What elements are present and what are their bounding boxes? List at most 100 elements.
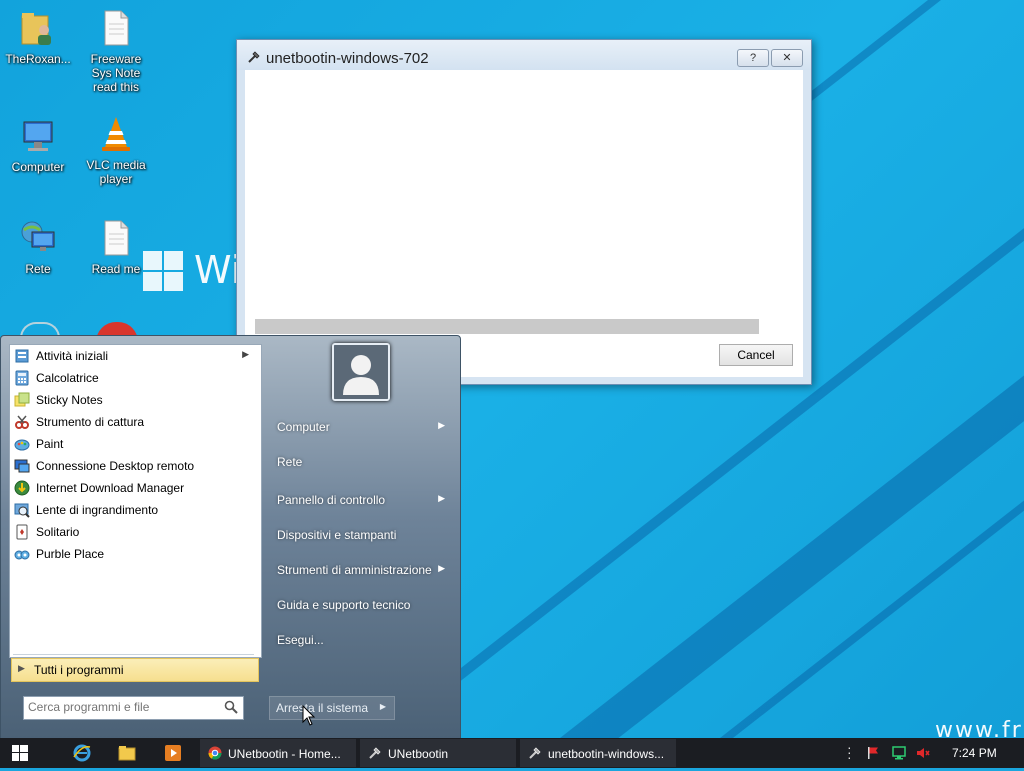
tray-overflow-icon[interactable]: · · ·	[847, 740, 852, 764]
background-stripe	[800, 0, 1024, 107]
action-center-flag-icon[interactable]	[866, 746, 880, 760]
search-icon[interactable]	[224, 700, 238, 714]
program-item-lente-di-ingrandimento[interactable]: Lente di ingrandimento	[10, 499, 261, 521]
chrome-icon	[208, 746, 222, 760]
network-icon	[18, 218, 58, 258]
text-file-icon	[96, 218, 136, 258]
start-right-pannello-di-controllo[interactable]: Pannello di controllo ▶	[269, 487, 455, 513]
desktop-icon-label: Rete	[25, 262, 51, 276]
file-explorer-icon[interactable]	[117, 743, 137, 763]
dialog-title: unetbootin-windows-702	[266, 50, 429, 67]
separator	[13, 654, 254, 655]
desktop-icon-freeware-sys-note[interactable]: Freeware Sys Note read this	[80, 8, 152, 94]
sticky-notes-icon	[14, 392, 30, 408]
search-box[interactable]	[23, 696, 244, 720]
mouse-pointer-icon	[302, 704, 316, 727]
submenu-arrow-icon: ▶	[438, 563, 445, 573]
start-button[interactable]	[0, 738, 52, 768]
desktop-icon-label: Computer	[11, 160, 65, 174]
program-item-strumento-di-cattura[interactable]: Strumento di cattura	[10, 411, 261, 433]
program-label: Connessione Desktop remoto	[36, 459, 195, 473]
start-right-strumenti-di-amministrazione[interactable]: Strumenti di amministrazione ▶	[269, 557, 455, 583]
start-right-esegui[interactable]: Esegui...	[269, 627, 455, 653]
program-item-connessione-desktop-remoto[interactable]: Connessione Desktop remoto	[10, 455, 261, 477]
program-item-purble-place[interactable]: Purble Place	[10, 543, 261, 565]
paint-icon	[14, 436, 30, 452]
taskbar-task-unetbootin[interactable]: UNetbootin	[360, 739, 516, 767]
right-item-label: Rete	[277, 455, 303, 469]
program-label: Calcolatrice	[36, 371, 99, 385]
desktop-icon-read-me[interactable]: Read me	[80, 218, 152, 276]
right-item-label: Pannello di controllo	[277, 493, 386, 507]
desktop-icon-computer[interactable]: Computer	[2, 116, 74, 174]
program-label: Lente di ingrandimento	[36, 503, 159, 517]
text-file-icon	[96, 8, 136, 48]
idm-icon	[14, 480, 30, 496]
right-item-label: Strumenti di amministrazione	[277, 563, 432, 577]
program-label: Paint	[36, 437, 64, 451]
desktop-icon-label: TheRoxan...	[5, 52, 71, 66]
getting-started-icon	[14, 348, 30, 364]
shutdown-label: Arresta il sistema	[276, 701, 369, 715]
program-item-sticky-notes[interactable]: Sticky Notes	[10, 389, 261, 411]
network-status-icon[interactable]	[892, 746, 906, 760]
chevron-right-icon: ▶	[18, 663, 25, 673]
taskbar-task-chrome[interactable]: UNetbootin - Home...	[200, 739, 356, 767]
clock[interactable]: 7:24 PM	[952, 746, 997, 760]
user-folder-icon	[18, 8, 58, 48]
program-item-paint[interactable]: Paint	[10, 433, 261, 455]
right-item-label: Dispositivi e stampanti	[277, 528, 397, 542]
media-player-icon[interactable]	[163, 743, 183, 763]
watermark-text: www.fr	[935, 718, 1023, 738]
start-menu: Attività iniziali ▶ Calcolatrice Sticky …	[0, 335, 461, 740]
taskbar-task-unetbootin-windows[interactable]: unetbootin-windows...	[520, 739, 676, 767]
desktop-icon-vlc[interactable]: VLC media player	[80, 114, 152, 186]
remote-desktop-icon	[14, 458, 30, 474]
submenu-arrow-icon: ▶	[438, 420, 445, 430]
solitaire-icon	[14, 524, 30, 540]
program-label: Purble Place	[36, 547, 105, 561]
program-item-solitario[interactable]: Solitario	[10, 521, 261, 543]
desktop-icon-label: Read me	[91, 262, 141, 276]
start-right-rete[interactable]: Rete	[269, 449, 455, 475]
cancel-button[interactable]: Cancel	[719, 344, 793, 366]
submenu-arrow-icon: ▶	[242, 349, 249, 359]
computer-icon	[18, 116, 58, 156]
purble-place-icon	[14, 546, 30, 562]
magnifier-icon	[14, 502, 30, 518]
start-right-guida-e-supporto-tecnico[interactable]: Guida e supporto tecnico	[269, 592, 455, 618]
user-account-picture[interactable]	[332, 343, 390, 401]
help-button[interactable]: ?	[737, 49, 769, 67]
program-label: Attività iniziali	[36, 349, 109, 363]
right-item-label: Esegui...	[277, 633, 324, 647]
all-programs-label: Tutti i programmi	[34, 663, 124, 677]
all-programs-button[interactable]: ▶ Tutti i programmi	[11, 658, 259, 682]
programs-list: Attività iniziali ▶ Calcolatrice Sticky …	[9, 344, 262, 658]
dialog-content: Cancel	[245, 70, 803, 377]
right-item-label: Guida e supporto tecnico	[277, 598, 411, 612]
internet-explorer-icon[interactable]	[72, 743, 92, 763]
desktop-icon-rete[interactable]: Rete	[2, 218, 74, 276]
dialog-titlebar[interactable]: unetbootin-windows-702 ? ✕	[237, 40, 811, 70]
submenu-arrow-icon: ▶	[438, 493, 445, 503]
desktop-icon-theroxan[interactable]: TheRoxan...	[2, 8, 74, 66]
program-item-internet-download-manager[interactable]: Internet Download Manager	[10, 477, 261, 499]
program-item-attivita-iniziali[interactable]: Attività iniziali ▶	[10, 345, 261, 367]
close-button[interactable]: ✕	[771, 49, 803, 67]
calculator-icon	[14, 370, 30, 386]
taskbar: UNetbootin - Home... UNetbootin unetboot…	[0, 738, 1024, 768]
chevron-right-icon[interactable]: ▶	[380, 702, 386, 711]
start-right-computer[interactable]: Computer ▶	[269, 414, 455, 440]
unetbootin-dialog[interactable]: unetbootin-windows-702 ? ✕ Cancel	[236, 39, 812, 385]
shutdown-button[interactable]: Arresta il sistema ▶	[269, 696, 395, 720]
start-right-dispositivi-e-stampanti[interactable]: Dispositivi e stampanti	[269, 522, 455, 548]
taskbar-task-label: UNetbootin - Home...	[228, 747, 341, 761]
search-input[interactable]	[28, 699, 214, 715]
program-item-calcolatrice[interactable]: Calcolatrice	[10, 367, 261, 389]
progress-bar	[255, 319, 759, 334]
taskbar-task-label: unetbootin-windows...	[548, 747, 665, 761]
background-brand-text: Wi	[194, 248, 242, 292]
unetbootin-icon	[247, 50, 261, 64]
volume-muted-icon[interactable]	[916, 746, 930, 760]
unetbootin-icon	[368, 746, 382, 760]
